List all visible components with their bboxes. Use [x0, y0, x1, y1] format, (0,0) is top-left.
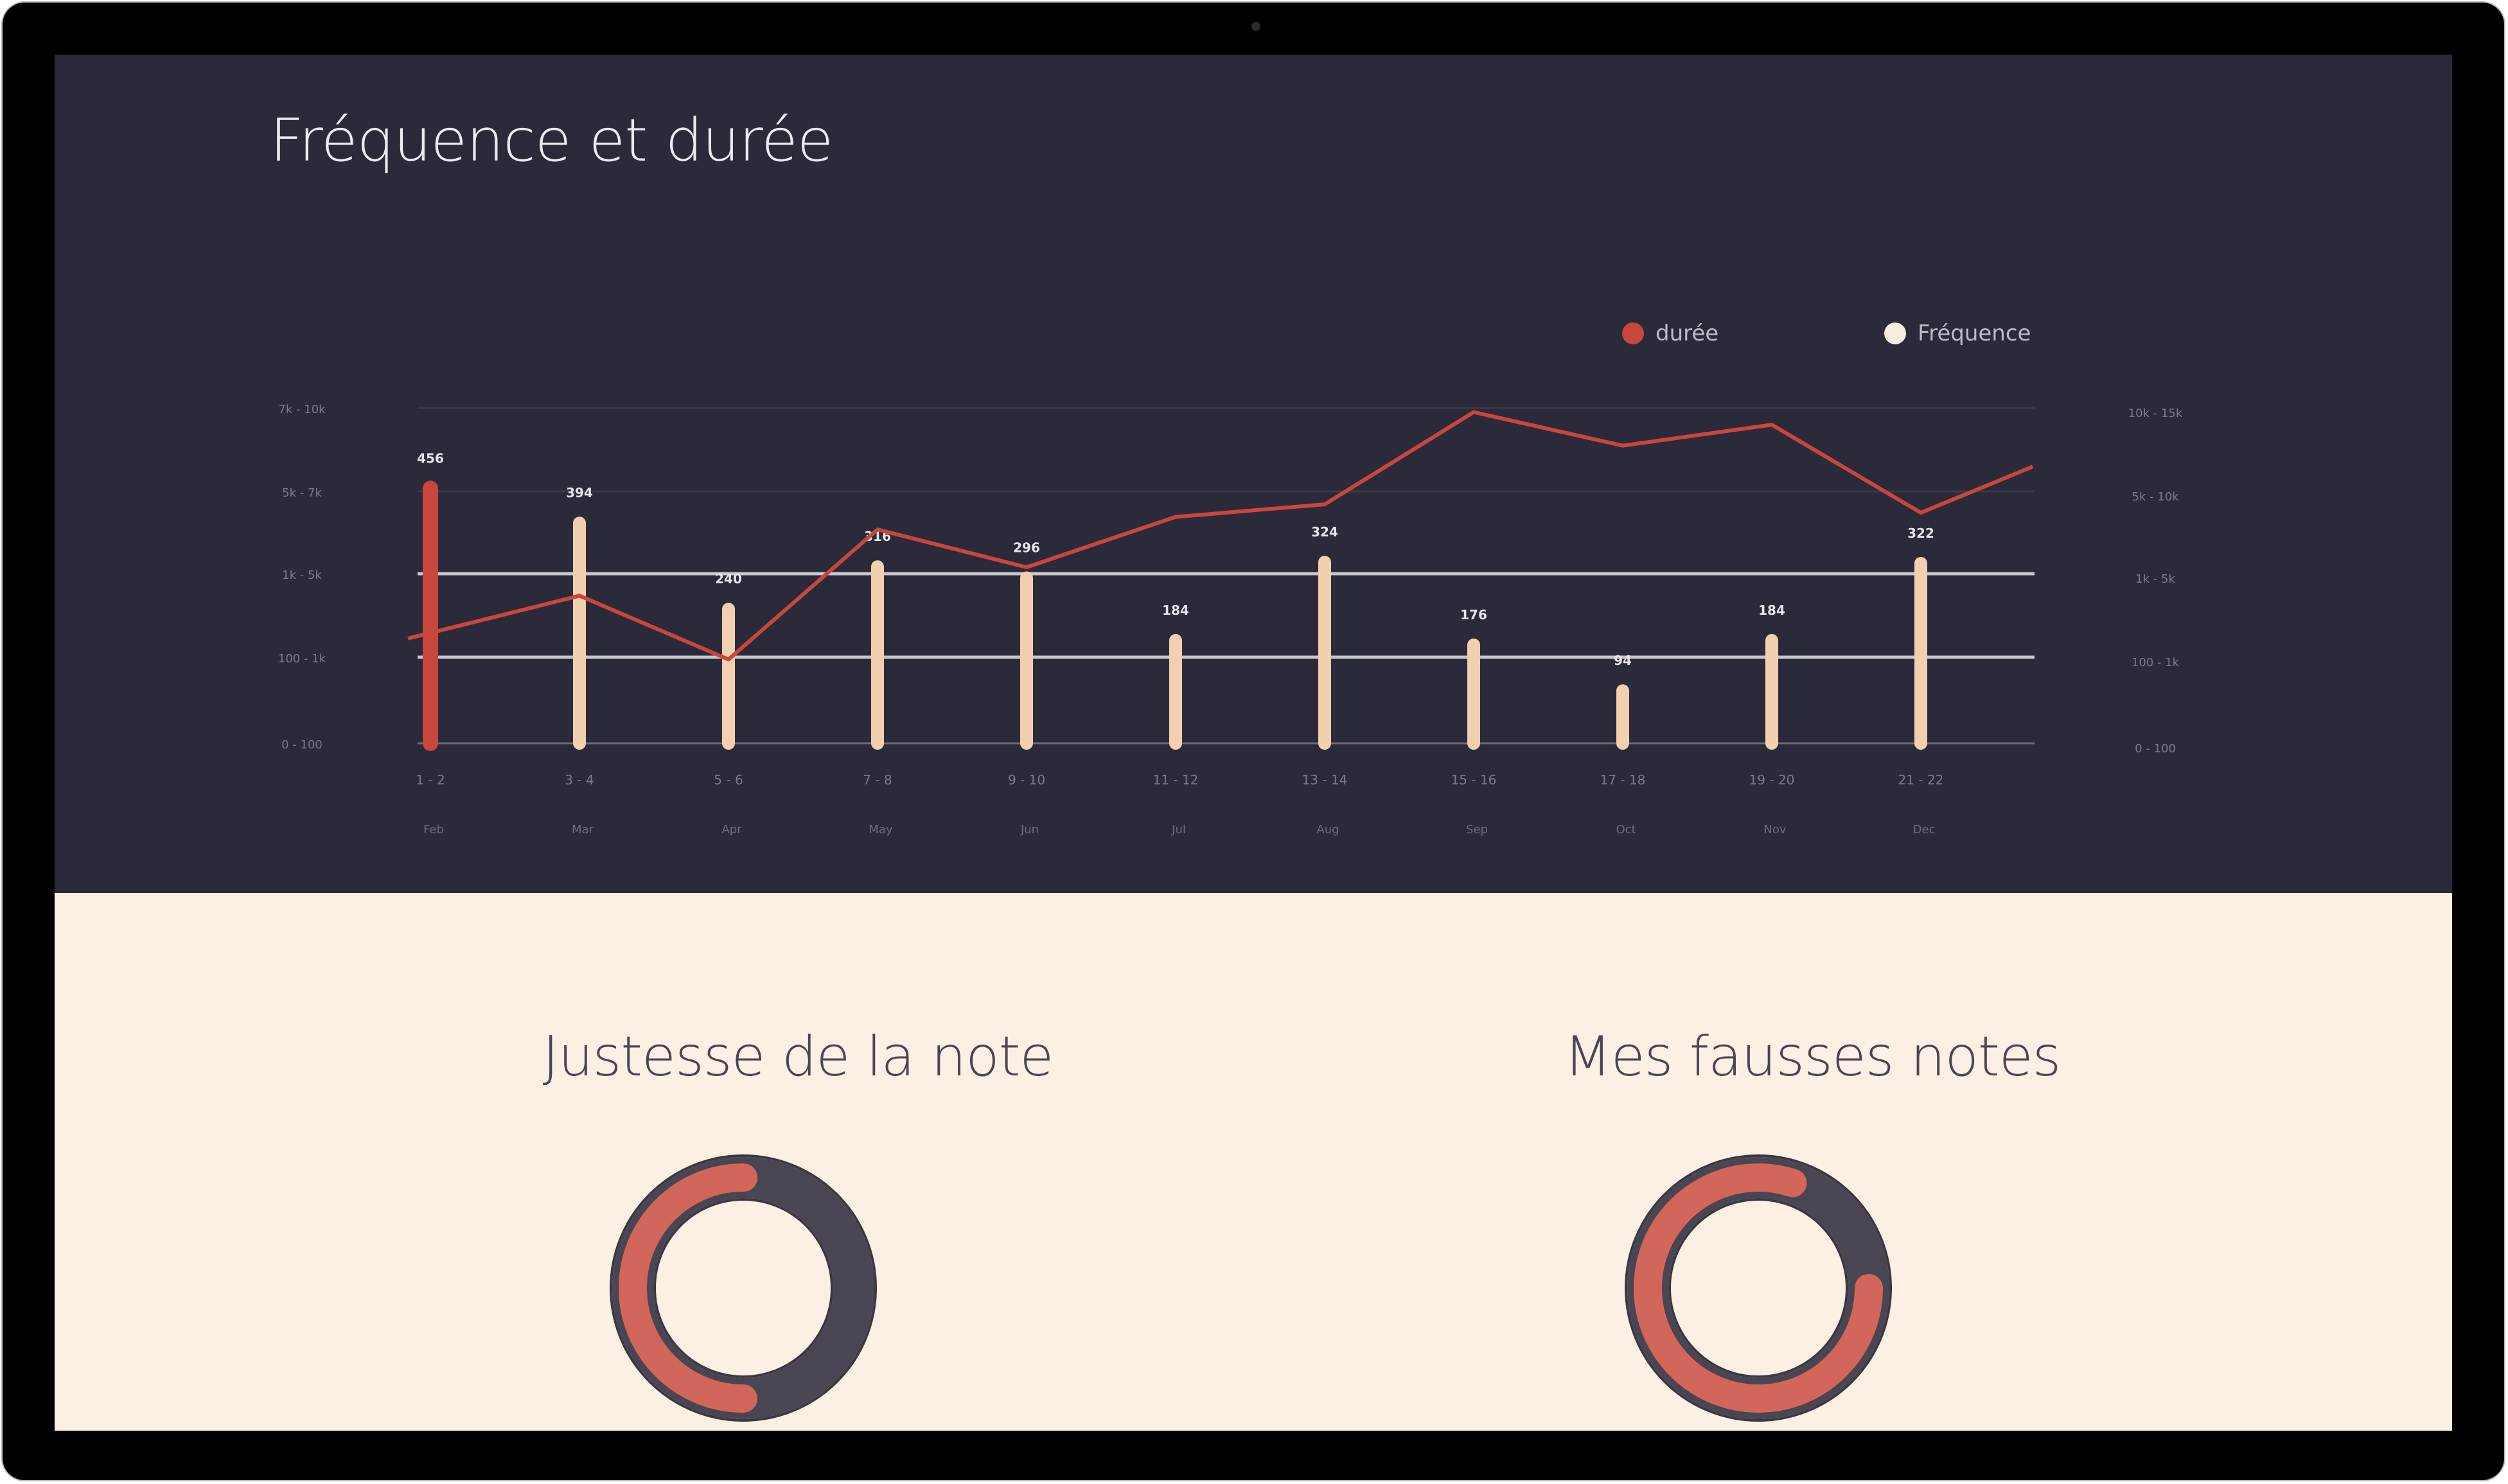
month-tick-label: Mar: [572, 823, 594, 836]
right-axis-tick-label: 10k - 15k: [2128, 407, 2183, 420]
donut-inner-outline: [1668, 1198, 1848, 1378]
duree-line: [407, 410, 2034, 662]
accuracy-panel: [55, 893, 2452, 1431]
frequence-bar-value-label: 322: [1907, 526, 1934, 541]
month-tick-label: Sep: [1466, 823, 1488, 836]
x-axis-tick-label: 11 - 12: [1153, 772, 1199, 788]
justesse-title: Justesse de la note: [542, 1025, 1054, 1089]
frequence-bar-value-label: 184: [1758, 603, 1785, 618]
donut-charts: [610, 1154, 1892, 1422]
month-tick-label: Nov: [1763, 823, 1786, 836]
donut-inner-outline: [653, 1198, 833, 1378]
frequence-bar-value-label: 324: [1311, 524, 1338, 540]
month-tick-label: May: [869, 823, 893, 836]
month-tick-label: Aug: [1316, 823, 1339, 836]
x-axis-tick-label: 19 - 20: [1749, 772, 1795, 788]
left-axis-tick-label: 100 - 1k: [278, 652, 326, 666]
frequence-bar-value-label: 176: [1460, 607, 1487, 623]
month-tick-label: Apr: [721, 823, 742, 836]
fausses-notes-title: Mes fausses notes: [1564, 1025, 2062, 1089]
donut-0: [610, 1154, 877, 1422]
x-axis-tick-label: 17 - 18: [1600, 772, 1646, 788]
frequence-bar-value-label: 184: [1162, 603, 1189, 618]
donut-1: [1625, 1154, 1892, 1422]
right-axis-tick-label: 0 - 100: [2135, 742, 2176, 755]
month-tick-label: Jun: [1020, 823, 1039, 836]
frequence-bar-value-label: 456: [417, 450, 444, 466]
x-axis-tick-label: 9 - 10: [1008, 772, 1045, 788]
frequency-duration-panel: Fréquence et durée durée Fréquence 0 - 1…: [55, 55, 2452, 893]
x-axis-tick-label: 21 - 22: [1898, 772, 1944, 788]
month-tick-label: Dec: [1913, 823, 1936, 836]
frequence-bar-value-label: 394: [566, 485, 593, 500]
frequence-bar-value-label: 94: [1614, 653, 1632, 668]
left-axis-tick-label: 1k - 5k: [282, 569, 322, 582]
month-tick-label: Oct: [1616, 823, 1636, 836]
frequence-bar-value-label: 240: [715, 571, 742, 587]
webcam-dot: [1251, 22, 1260, 31]
x-axis-tick-label: 3 - 4: [565, 772, 594, 788]
right-axis-tick-label: 1k - 5k: [2135, 572, 2175, 586]
left-axis-tick-label: 7k - 10k: [278, 403, 326, 416]
right-axis-tick-label: 100 - 1k: [2132, 656, 2180, 669]
left-axis-tick-label: 5k - 7k: [282, 486, 322, 500]
x-axis-tick-label: 13 - 14: [1302, 772, 1348, 788]
right-axis-tick-label: 5k - 10k: [2132, 490, 2179, 504]
x-axis-tick-label: 7 - 8: [863, 772, 892, 788]
month-tick-label: Feb: [423, 823, 444, 836]
x-axis-tick-label: 1 - 2: [416, 772, 445, 788]
frequence-bar-value-label: 296: [1013, 540, 1040, 555]
x-axis-tick-label: 5 - 6: [714, 772, 743, 788]
x-axis-tick-label: 15 - 16: [1451, 772, 1497, 788]
frequency-duration-chart: 0 - 100 100 - 1k 1k - 5k 5k - 7k 7k - 10k 0 -…: [278, 403, 2183, 836]
month-tick-label: Jul: [1171, 823, 1186, 836]
left-axis-tick-label: 0 - 100: [281, 738, 322, 752]
dashboard-screen: Fréquence et durée durée Fréquence 0 - 1…: [55, 55, 2452, 1431]
